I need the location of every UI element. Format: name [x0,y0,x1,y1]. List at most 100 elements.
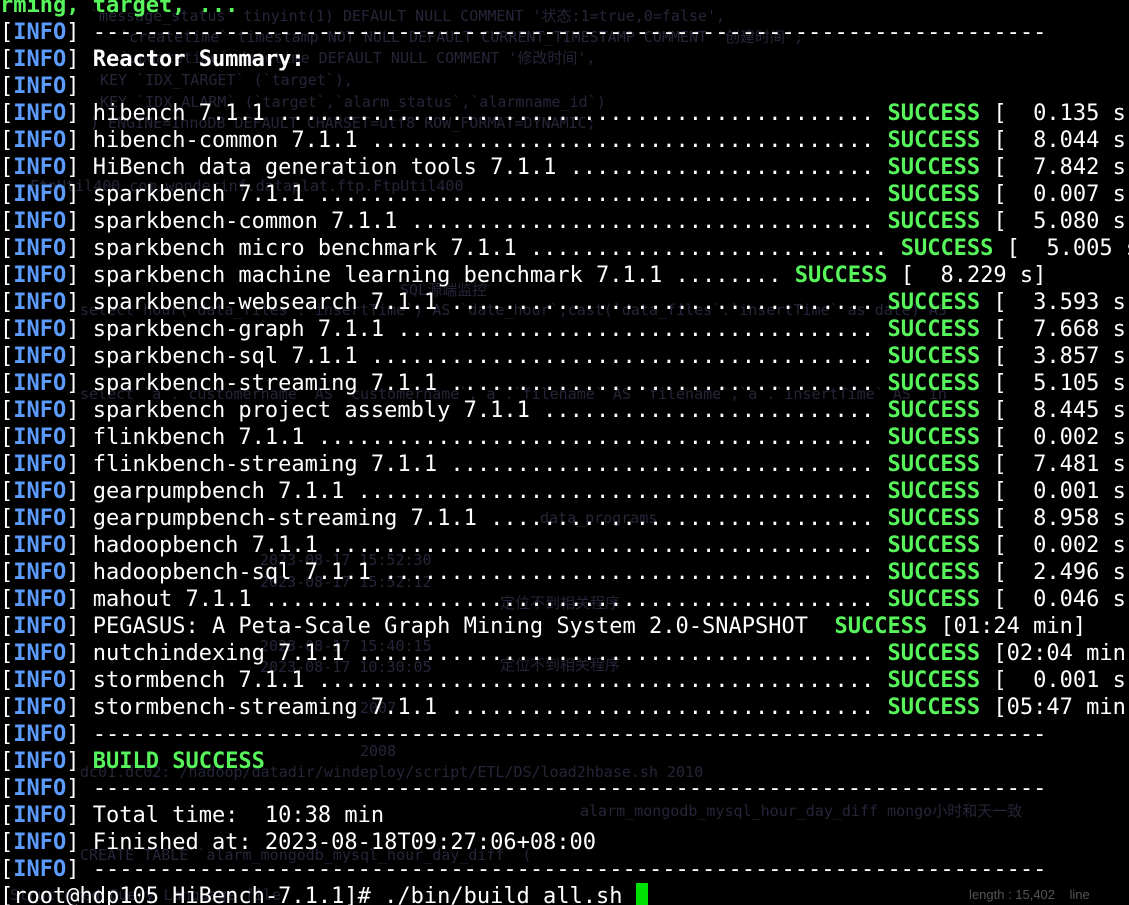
module-dots: .................................... [397,317,875,342]
module-time: [ 5.005 s] [1006,236,1129,261]
module-dots: ........................................… [317,425,875,450]
info-tag: INFO [13,614,67,639]
info-tag: INFO [13,317,67,342]
info-tag: INFO [13,263,67,288]
build-result-line: [INFO] BUILD SUCCESS [0,749,265,774]
module-status: SUCCESS [834,614,928,639]
module-line: [INFO] hadoopbench-sql 7.1.1 ...........… [0,559,1129,586]
module-time: [ 0.002 s] [993,425,1129,450]
info-tag: INFO [13,128,67,153]
command-input[interactable]: ./bin/build_all.sh [384,884,636,905]
info-tag: INFO [13,830,67,855]
module-time: [01:24 min] [940,614,1087,639]
module-status: SUCCESS [887,695,981,720]
module-time: [ 3.857 s] [993,344,1129,369]
module-dots: ................................ [450,290,875,315]
module-name: HiBench data generation tools 7.1.1 [92,155,570,180]
finished-at-line: [INFO] Finished at: 2023-08-18T09:27:06+… [0,830,597,855]
info-tag: INFO [13,344,67,369]
module-dots: ........................................… [317,182,875,207]
text-cursor [635,883,648,905]
separator-line: [INFO] ---------------------------------… [0,20,1047,45]
module-name: stormbench-streaming 7.1.1 [92,695,451,720]
module-time: [ 0.002 s] [993,533,1129,558]
module-name: sparkbench-common 7.1.1 [92,209,411,234]
info-tag: INFO [13,101,67,126]
module-status: SUCCESS [887,290,981,315]
info-tag: INFO [13,560,67,585]
summary-title: Reactor Summary: [92,47,305,72]
module-line: [INFO] gearpumpbench 7.1.1 .............… [0,478,1129,505]
info-tag: INFO [13,209,67,234]
module-dots: ................................ [450,452,875,477]
module-line: [INFO] stormbench-streaming 7.1.1 ......… [0,694,1129,721]
module-dots: ................................... [410,209,875,234]
module-name: sparkbench-sql 7.1.1 [92,344,371,369]
terminal-line-partial: rming, target, ... [0,0,1129,19]
module-name: gearpumpbench-streaming 7.1.1 [92,506,491,531]
prompt-line[interactable]: [root@hdp105 HiBench-7.1.1]# ./bin/build… [0,883,1129,905]
shell-prompt: [root@hdp105 HiBench-7.1.1]# [0,884,385,905]
module-status: SUCCESS [887,155,981,180]
info-tag: INFO [13,668,67,693]
module-dots: ..................................... [384,560,875,585]
info-tag: INFO [13,425,67,450]
info-tag: INFO [13,371,67,396]
module-time: [ 3.593 s] [993,290,1129,315]
module-time: [ 8.445 s] [993,398,1129,423]
module-name: hadoopbench-sql 7.1.1 [92,560,385,585]
module-name: mahout 7.1.1 [92,587,265,612]
module-time: [ 0.001 s] [993,668,1129,693]
module-name: flinkbench 7.1.1 [92,425,318,450]
module-dots: ........................................… [278,101,875,126]
module-line: [INFO] sparkbench-websearch 7.1.1 ......… [0,289,1129,316]
module-name: sparkbench micro benchmark 7.1.1 [92,236,530,261]
module-name: sparkbench project assembly 7.1.1 [92,398,544,423]
module-time: [ 0.046 s] [993,587,1129,612]
terminal-window[interactable]: `message_status` tinyint(1) DEFAULT NULL… [0,0,1129,905]
module-status: SUCCESS [900,236,994,261]
module-line: [INFO] flinkbench-streaming 7.1.1 ......… [0,451,1129,478]
module-status: SUCCESS [887,533,981,558]
module-line: [INFO] sparkbench-sql 7.1.1 ............… [0,343,1129,370]
module-time: [ 0.135 s] [993,101,1129,126]
info-tag: INFO [13,479,67,504]
module-line: [INFO] flinkbench 7.1.1 ................… [0,424,1129,451]
info-tag: INFO [13,47,67,72]
module-time: [ 7.668 s] [993,317,1129,342]
finished-at: Finished at: 2023-08-18T09:27:06+08:00 [92,830,597,855]
module-time: [ 8.958 s] [993,506,1129,531]
separator-text: ----------------------------------------… [92,722,1047,747]
module-dots: ........................................… [264,587,875,612]
module-name: gearpumpbench 7.1.1 [92,479,358,504]
module-name: sparkbench 7.1.1 [92,182,318,207]
module-line: [INFO] sparkbench-common 7.1.1 .........… [0,208,1129,235]
module-time: [ 5.080 s] [993,209,1129,234]
module-status: SUCCESS [887,344,981,369]
separator-text: ----------------------------------------… [92,776,1047,801]
module-dots: ...................................... [370,344,875,369]
module-status: SUCCESS [887,668,981,693]
info-tag: INFO [13,749,67,774]
module-status: SUCCESS [887,317,981,342]
info-tag: INFO [13,533,67,558]
module-status: SUCCESS [887,425,981,450]
info-tag: INFO [13,722,67,747]
module-line: [INFO] PEGASUS: A Peta-Scale Graph Minin… [0,614,1087,639]
module-dots: ....................... [569,155,875,180]
module-line: [INFO] sparkbench machine learning bench… [0,263,1047,288]
separator-line: [INFO] ---------------------------------… [0,776,1047,801]
separator-text: ----------------------------------------… [92,20,1047,45]
build-result: BUILD SUCCESS [92,749,265,774]
module-name: stormbench 7.1.1 [92,668,318,693]
separator-line: [INFO] ---------------------------------… [0,857,1047,882]
module-name: flinkbench-streaming 7.1.1 [92,452,451,477]
module-status: SUCCESS [887,587,981,612]
separator-line: [INFO] ---------------------------------… [0,722,1047,747]
module-line: [INFO] hadoopbench 7.1.1 ...............… [0,532,1129,559]
module-dots: ....................................... [357,641,875,666]
module-line: [INFO] sparkbench project assembly 7.1.1… [0,397,1129,424]
module-status: SUCCESS [887,479,981,504]
module-dots: ............................. [490,506,875,531]
module-time: [ 8.229 s] [900,263,1047,288]
